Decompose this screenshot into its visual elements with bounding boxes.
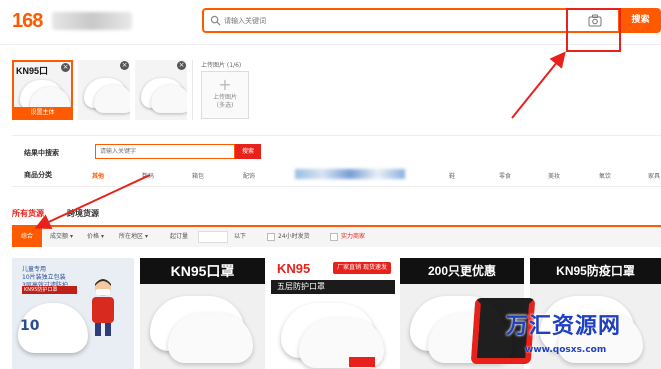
blurred-logo-text [52, 12, 132, 30]
product-card[interactable]: KN95口罩 [140, 258, 265, 369]
upload-label-multi: (多选) [216, 102, 234, 109]
min-order-label: 起订量 [170, 233, 189, 240]
sort-comprehensive[interactable]: 综合 [12, 227, 42, 247]
category-item[interactable]: 其他 [92, 171, 104, 180]
mask-image [151, 85, 187, 113]
category-item[interactable]: 鞋 [449, 171, 455, 180]
watermark-url: www.qosxs.com [525, 345, 607, 355]
search-in-results-button[interactable]: 搜索 [235, 144, 261, 159]
category-label: 商品分类 [24, 171, 52, 179]
chevron-down-icon: ▾ [100, 233, 104, 240]
sort-bar: 综合 成交额 ▾ 价格 ▾ 所在地区 ▾ 起订量 以下 24小时发货 实力商家 [12, 225, 661, 247]
product-banner: KN95口罩 [140, 258, 265, 284]
category-item[interactable]: 数码 [142, 171, 154, 180]
close-icon[interactable]: × [61, 63, 70, 72]
search-input[interactable] [224, 13, 554, 29]
sort-price[interactable]: 价格 ▾ [87, 227, 104, 247]
thumb-title: KN95口 [16, 66, 49, 76]
upload-title: 上传图片 (1/6) [201, 62, 242, 69]
upload-label: 上传图片 [212, 94, 237, 101]
chevron-down-icon: ▾ [69, 233, 73, 240]
close-icon[interactable]: × [177, 61, 186, 70]
category-item[interactable]: 零食 [499, 171, 511, 180]
category-item[interactable]: 氧饮 [599, 171, 611, 180]
product-subtitle: 五层防护口罩 [271, 280, 395, 294]
search-box [202, 8, 620, 33]
search-button[interactable]: 搜索 [620, 8, 661, 33]
title-line: 10片装独立包装 [22, 274, 66, 281]
product-banner: KN95防疫口罩 [530, 258, 661, 284]
sort-region[interactable]: 所在地区 ▾ [119, 227, 148, 247]
arrow-to-camera [511, 51, 566, 119]
price-tag [349, 357, 375, 367]
min-order-input[interactable] [198, 231, 228, 243]
filter-panel: 结果中搜索 搜索 商品分类 其他 数码 箱包 配饰 鞋 零食 美妆 氧饮 家具 [12, 135, 661, 187]
checkbox-icon[interactable] [330, 233, 338, 241]
chevron-down-icon: ▾ [144, 233, 148, 240]
search-in-results-input[interactable] [95, 144, 235, 159]
sort-label: 价格 [87, 233, 100, 240]
category-item[interactable]: 美妆 [548, 171, 560, 180]
product-card[interactable]: KN95 厂家直销 现货速发 五层防护口罩 [271, 258, 395, 369]
close-icon[interactable]: × [120, 61, 129, 70]
below-label: 以下 [234, 233, 247, 240]
checkbox-icon[interactable] [267, 233, 275, 241]
sort-label: 所在地区 [119, 233, 144, 240]
child-figure-icon [92, 279, 114, 336]
mask-image [168, 313, 253, 363]
tab-all-sources[interactable]: 所有货源 [12, 208, 44, 219]
title-line: 儿童专用 [22, 266, 47, 273]
watermark: 万汇资源网 www.qosxs.com [470, 294, 661, 369]
category-item[interactable]: 配饰 [243, 171, 255, 180]
search-icon [210, 15, 221, 26]
tab-cross-border[interactable]: 跨境货源 [67, 208, 99, 219]
uploaded-image-2[interactable]: × [78, 60, 130, 120]
product-band: KN95防护口罩 [22, 286, 77, 294]
site-logo[interactable]: 168 [12, 10, 43, 33]
sort-label: 成交额 [50, 233, 69, 240]
product-banner: 200只更优惠 [400, 258, 524, 284]
search-in-results-label: 结果中搜索 [24, 149, 59, 157]
annotation-highlight-box [566, 8, 621, 52]
upload-image-button[interactable]: + 上传图片 (多选) [201, 71, 249, 119]
uploaded-image-1[interactable]: KN95口 × 设置主体 [12, 60, 73, 120]
product-count: 10 [20, 318, 40, 334]
header-divider [0, 44, 661, 45]
category-item[interactable]: 家具 [648, 171, 660, 180]
plus-icon: + [218, 75, 232, 94]
divider [192, 60, 193, 120]
product-badge: 厂家直销 现货速发 [333, 262, 391, 274]
ship-24h-label: 24小时发货 [278, 233, 310, 240]
uploaded-image-3[interactable]: × [135, 60, 187, 120]
blurred-categories [295, 169, 405, 179]
category-item[interactable]: 箱包 [192, 171, 204, 180]
header: 168 搜索 [0, 0, 661, 44]
product-card[interactable]: 儿童专用 10片装独立包装 3层高效过滤防护 KN95防护口罩 10 [12, 258, 134, 369]
set-subject-tag[interactable]: 设置主体 [14, 107, 71, 118]
sort-transaction[interactable]: 成交额 ▾ [50, 227, 73, 247]
strong-merchant-label: 实力商家 [341, 233, 366, 240]
watermark-title: 万汇资源网 [506, 314, 622, 339]
mask-image [94, 85, 130, 113]
